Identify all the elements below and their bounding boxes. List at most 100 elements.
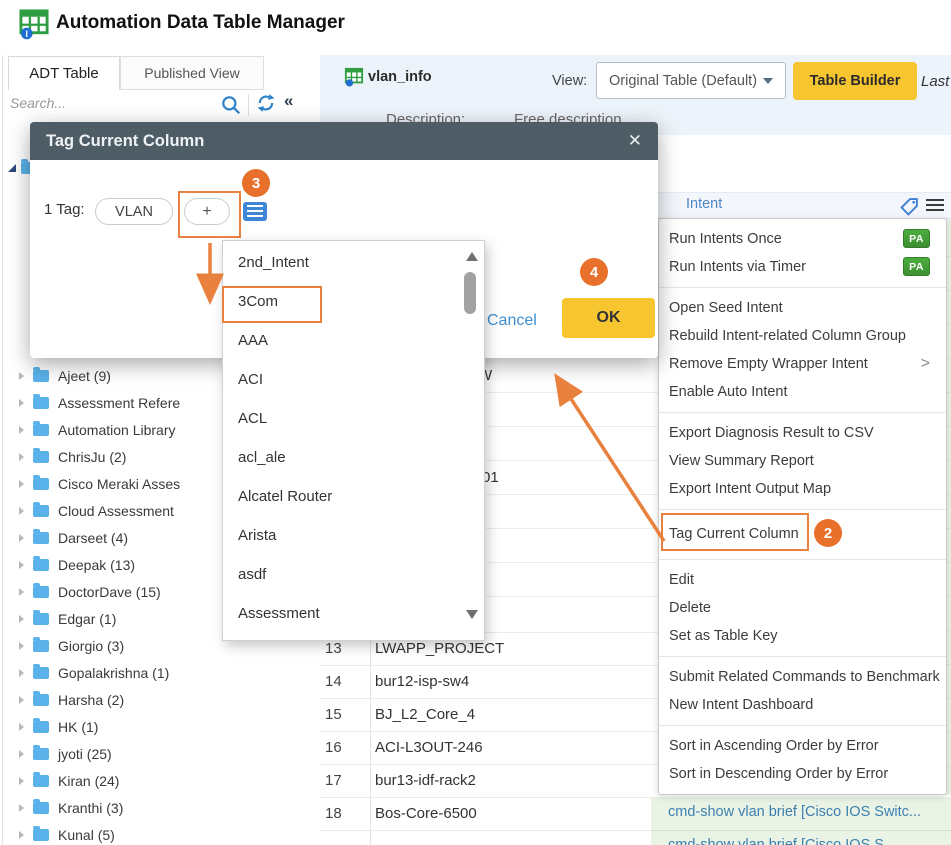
tag-chip-vlan[interactable]: VLAN xyxy=(95,198,173,225)
dropdown-item[interactable]: 2nd_Intent xyxy=(223,243,484,282)
table-gridline xyxy=(486,528,658,529)
refresh-icon[interactable] xyxy=(256,93,276,113)
dropdown-item[interactable]: ACL xyxy=(223,399,484,438)
menu-item-label: Run Intents Once xyxy=(669,231,782,247)
menu-item-submit-related-commands-to-benchmark[interactable]: Submit Related Commands to Benchmark xyxy=(659,663,946,691)
menu-item-export-diagnosis-result-to-csv[interactable]: Export Diagnosis Result to CSV xyxy=(659,419,946,447)
folder-icon xyxy=(33,424,49,436)
menu-item-new-intent-dashboard[interactable]: New Intent Dashboard xyxy=(659,691,946,719)
chevron-right-icon[interactable] xyxy=(19,777,24,785)
menu-item-remove-empty-wrapper-intent[interactable]: Remove Empty Wrapper Intent> xyxy=(659,350,946,378)
chevron-right-icon[interactable] xyxy=(19,615,24,623)
tag-list-icon[interactable] xyxy=(243,202,267,221)
intent-column-header[interactable]: Intent xyxy=(686,196,722,212)
scrollbar-thumb[interactable] xyxy=(464,272,476,314)
menu-item-view-summary-report[interactable]: View Summary Report xyxy=(659,447,946,475)
tree-item-label: Kunal (5) xyxy=(58,827,115,843)
chevron-right-icon[interactable] xyxy=(19,507,24,515)
menu-item-rebuild-intent-related-column-group[interactable]: Rebuild Intent-related Column Group xyxy=(659,322,946,350)
menu-item-delete[interactable]: Delete xyxy=(659,594,946,622)
menu-item-open-seed-intent[interactable]: Open Seed Intent xyxy=(659,294,946,322)
tree-item[interactable]: Harsha (2) xyxy=(0,686,320,713)
table-row[interactable]: bur13-idf-rack2 xyxy=(375,764,655,797)
dropdown-item[interactable]: Alcatel Router xyxy=(223,477,484,516)
table-builder-button[interactable]: Table Builder xyxy=(793,62,917,100)
tree-item[interactable]: jyoti (25) xyxy=(0,740,320,767)
tree-root-expand-icon[interactable] xyxy=(8,164,16,172)
folder-icon xyxy=(33,775,49,787)
svg-text:I: I xyxy=(26,29,28,39)
menu-item-label: View Summary Report xyxy=(669,453,814,469)
dialog-header[interactable]: Tag Current Column ✕ xyxy=(30,122,658,160)
chevron-right-icon[interactable] xyxy=(19,588,24,596)
table-row[interactable]: ACI-L3OUT-246 xyxy=(375,731,655,764)
tree-item[interactable]: Kranthi (3) xyxy=(0,794,320,821)
scroll-down-icon[interactable] xyxy=(466,610,478,619)
cancel-button[interactable]: Cancel xyxy=(487,312,537,330)
menu-item-label: Sort in Descending Order by Error xyxy=(669,766,888,782)
chevron-right-icon[interactable] xyxy=(19,696,24,704)
row-number: 18 xyxy=(325,797,365,830)
folder-icon xyxy=(33,505,49,517)
menu-item-set-as-table-key[interactable]: Set as Table Key xyxy=(659,622,946,650)
chevron-right-icon[interactable] xyxy=(19,561,24,569)
chevron-right-icon[interactable] xyxy=(19,399,24,407)
dropdown-item[interactable]: acl_ale xyxy=(223,438,484,477)
page-title: Automation Data Table Manager xyxy=(56,12,345,34)
table-row[interactable]: Bos-Core-6500 xyxy=(375,797,655,830)
chevron-right-icon[interactable] xyxy=(19,804,24,812)
tab-published-view[interactable]: Published View xyxy=(120,56,264,90)
tree-item-label: Harsha (2) xyxy=(58,692,124,708)
dropdown-item[interactable]: ACI xyxy=(223,360,484,399)
tree-item[interactable]: HK (1) xyxy=(0,713,320,740)
search-divider xyxy=(248,94,249,116)
menu-item-edit[interactable]: Edit xyxy=(659,566,946,594)
chevron-right-icon[interactable] xyxy=(19,831,24,839)
chevron-right-icon[interactable] xyxy=(19,642,24,650)
menu-item-sort-ascending-by-error[interactable]: Sort in Ascending Order by Error xyxy=(659,732,946,760)
chevron-right-icon[interactable] xyxy=(19,372,24,380)
dropdown-item[interactable]: asdf xyxy=(223,555,484,594)
cmd-show-vlan-brief-link[interactable]: cmd-show vlan brief [Cisco IOS S... xyxy=(668,837,896,845)
chevron-right-icon[interactable] xyxy=(19,750,24,758)
column-menu-icon[interactable] xyxy=(926,199,944,214)
menu-item-run-intents-via-timer[interactable]: Run Intents via TimerPA xyxy=(659,253,946,281)
folder-icon xyxy=(33,748,49,760)
chevron-right-icon[interactable] xyxy=(19,480,24,488)
annotation-box-tag-current-column xyxy=(661,513,809,551)
dropdown-item[interactable]: AAA xyxy=(223,321,484,360)
search-input[interactable] xyxy=(8,94,212,112)
table-row[interactable]: bur12-isp-sw4 xyxy=(375,665,655,698)
menu-item-sort-descending-by-error[interactable]: Sort in Descending Order by Error xyxy=(659,760,946,788)
dropdown-item[interactable]: Assessment xyxy=(223,594,484,633)
view-select[interactable]: Original Table (Default) xyxy=(596,62,786,99)
tree-item[interactable]: Kunal (5) xyxy=(0,821,320,845)
table-row[interactable]: BJ_L2_Core_4 xyxy=(375,698,655,731)
chevron-right-icon[interactable] xyxy=(19,534,24,542)
tree-item[interactable]: Gopalakrishna (1) xyxy=(0,659,320,686)
menu-item-label: Open Seed Intent xyxy=(669,300,783,316)
menu-item-label: Export Diagnosis Result to CSV xyxy=(669,425,874,441)
tree-item[interactable]: Kiran (24) xyxy=(0,767,320,794)
app-logo-table-icon: I xyxy=(18,8,50,40)
tree-item-label: Deepak (13) xyxy=(58,557,135,573)
chevron-right-icon[interactable] xyxy=(19,669,24,677)
chevron-right-icon[interactable] xyxy=(19,426,24,434)
menu-item-enable-auto-intent[interactable]: Enable Auto Intent xyxy=(659,378,946,406)
cmd-show-vlan-brief-link[interactable]: cmd-show vlan brief [Cisco IOS Switc... xyxy=(668,804,921,820)
close-icon[interactable]: ✕ xyxy=(628,131,642,151)
collapse-panel-icon[interactable]: « xyxy=(284,91,293,111)
ok-button[interactable]: OK xyxy=(562,298,655,338)
menu-item-export-intent-output-map[interactable]: Export Intent Output Map xyxy=(659,475,946,503)
scroll-up-icon[interactable] xyxy=(466,252,478,261)
tree-item-label: DoctorDave (15) xyxy=(58,584,161,600)
search-icon[interactable] xyxy=(220,94,242,116)
chevron-right-icon[interactable] xyxy=(19,453,24,461)
chevron-right-icon[interactable] xyxy=(19,723,24,731)
dropdown-item[interactable]: Arista xyxy=(223,516,484,555)
menu-item-label: Enable Auto Intent xyxy=(669,384,788,400)
tree-item-label: jyoti (25) xyxy=(58,746,112,762)
folder-icon xyxy=(33,451,49,463)
tab-adt-table[interactable]: ADT Table xyxy=(8,56,120,90)
menu-item-run-intents-once[interactable]: Run Intents OncePA xyxy=(659,225,946,253)
